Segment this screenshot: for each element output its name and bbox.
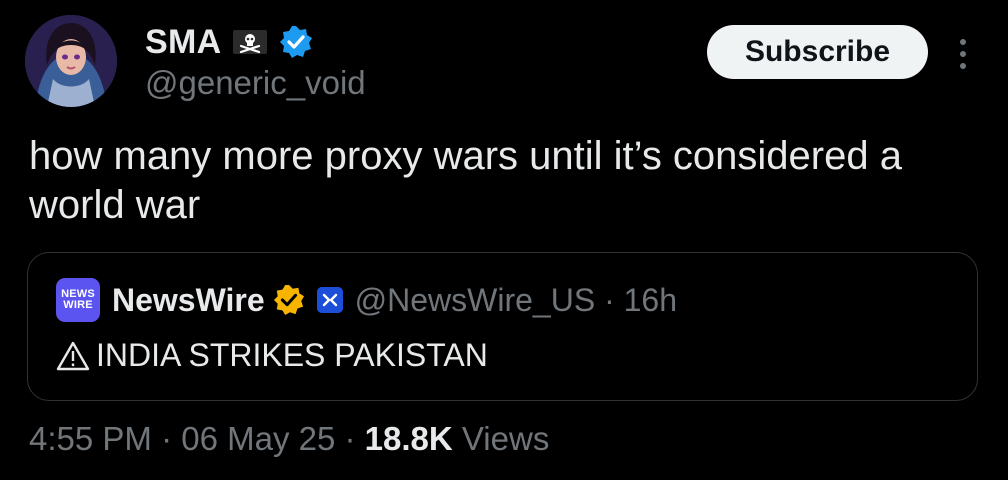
blue-verified-icon[interactable]: [279, 25, 313, 59]
quoted-tweet-text: INDIA STRIKES PAKISTAN: [96, 337, 488, 373]
quoted-tweet-text-row: INDIA STRIKES PAKISTAN: [56, 337, 488, 374]
subscribe-button[interactable]: Subscribe: [707, 25, 928, 79]
tweet-text: how many more proxy wars until it’s cons…: [29, 134, 902, 227]
author-handle[interactable]: @generic_void: [145, 64, 366, 102]
more-options-icon[interactable]: [952, 36, 974, 72]
views-label: Views: [452, 420, 550, 457]
quoted-tweet-header: NewsWire @NewsWire_US · 16h: [112, 279, 677, 321]
separator: ·: [335, 420, 365, 457]
warning-triangle-icon: [56, 340, 90, 372]
quoted-author-handle-time[interactable]: @NewsWire_US · 16h: [355, 282, 677, 319]
tweet-metadata: 4:55 PM · 06 May 25 · 18.8K Views: [29, 420, 549, 458]
separator: ·: [151, 420, 182, 457]
tweet-date[interactable]: 06 May 25: [181, 420, 335, 458]
affiliate-badge-icon[interactable]: [316, 287, 343, 313]
tweet-time[interactable]: 4:55 PM: [29, 420, 152, 458]
anime-portrait-avatar-icon: [25, 15, 117, 107]
quoted-author-name[interactable]: NewsWire: [112, 282, 265, 319]
gold-verified-icon[interactable]: [273, 284, 305, 316]
quoted-tweet-card[interactable]: NEWS WIRE NewsWire @NewsWire_US · 16h IN…: [27, 252, 978, 401]
pirate-flag-icon: [231, 28, 269, 56]
author-name-row: SMA: [145, 20, 313, 64]
logo-text-line2: WIRE: [63, 299, 93, 311]
author-display-name[interactable]: SMA: [145, 23, 221, 62]
author-avatar[interactable]: [25, 15, 117, 107]
newswire-logo[interactable]: NEWS WIRE: [56, 278, 100, 322]
views-count[interactable]: 18.8K: [365, 420, 453, 458]
